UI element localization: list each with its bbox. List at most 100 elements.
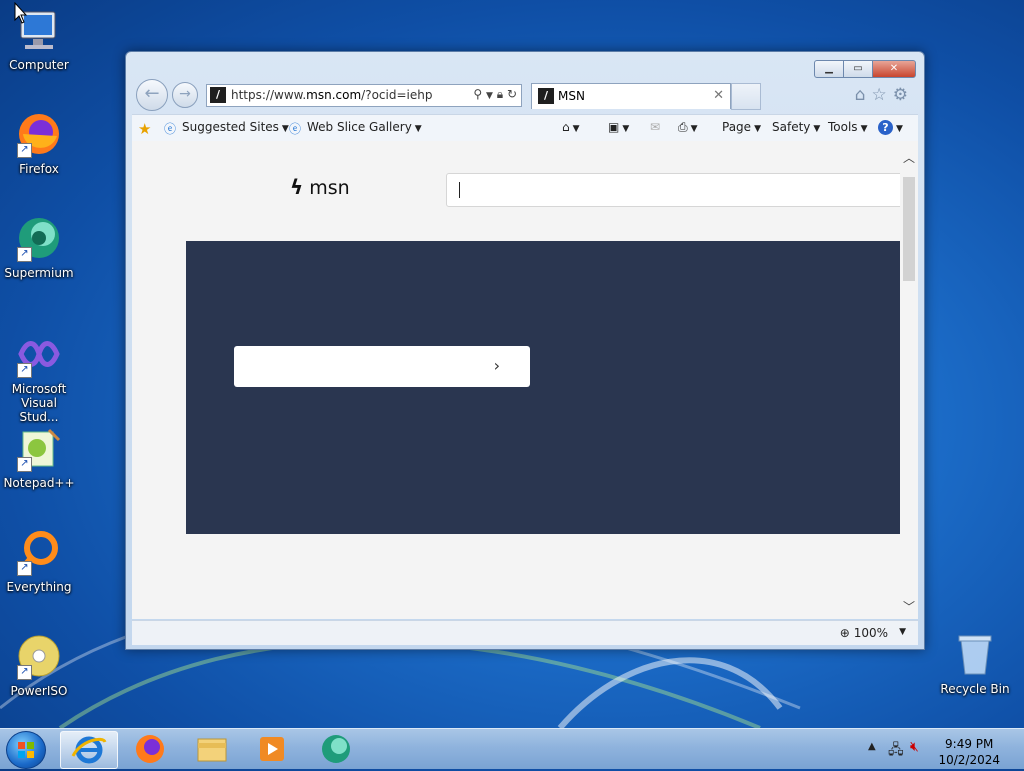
shortcut-arrow-icon: ↗ (17, 665, 32, 680)
settings-gear-icon[interactable]: ⚙ (893, 85, 914, 105)
back-button[interactable]: ← (136, 79, 168, 111)
chevron-down-icon: ▼ (414, 124, 422, 134)
taskbar: ▲ 🖧︎ 🔇︎ 9:49 PM 10/2/2024 (0, 728, 1024, 769)
hero-button[interactable]: › (234, 346, 530, 387)
scrollbar-thumb[interactable] (903, 177, 915, 281)
taskbar-explorer[interactable] (184, 731, 240, 767)
taskbar-media-player[interactable] (244, 731, 300, 767)
suggested-sites-label: Suggested Sites (182, 120, 279, 134)
poweriso-icon: ↗ (15, 632, 63, 680)
vertical-scrollbar[interactable]: ︿ ﹀ (900, 141, 918, 619)
notepadpp-icon: ↗ (15, 424, 63, 472)
print-button[interactable]: ⎙ ▼ (678, 120, 698, 135)
desktop-icon-label: Notepad++ (3, 476, 75, 490)
safety-menu[interactable]: Safety ▼ (772, 120, 820, 134)
window-controls: ▁ ▭ ✕ (814, 60, 916, 78)
folder-icon (197, 738, 227, 762)
taskbar-firefox[interactable] (122, 731, 178, 767)
clock[interactable]: 9:49 PM 10/2/2024 (938, 736, 1000, 768)
network-icon[interactable]: 🖧︎ (888, 739, 904, 763)
start-button[interactable] (6, 731, 46, 769)
page-content: ϟ msn › ︿ ﹀ (132, 141, 918, 619)
zoom-level[interactable]: ⊕ 100% (840, 626, 888, 640)
url-suffix: /?ocid=iehp (361, 88, 433, 102)
tab-title: MSN (558, 89, 585, 103)
url-prefix: https://www. (231, 88, 307, 102)
address-url[interactable]: https://www.msn.com/?ocid=iehp (231, 88, 432, 102)
scroll-down-icon[interactable]: ﹀ (903, 598, 915, 615)
msn-logo[interactable]: ϟ msn (290, 175, 350, 199)
shortcut-arrow-icon: ↗ (17, 247, 32, 262)
desktop-icon-visual-studio[interactable]: ↗ Microsoft Visual Stud... (1, 330, 77, 424)
feeds-button[interactable]: ▣ ▼ (608, 120, 629, 134)
shortcut-arrow-icon: ↗ (17, 561, 32, 576)
address-tools: ⚲ ▼ 🔒︎ ↻ (473, 87, 517, 102)
desktop-icon-firefox[interactable]: ↗ Firefox (1, 110, 77, 176)
close-window-button[interactable]: ✕ (872, 60, 916, 78)
hero-banner: › (186, 241, 900, 534)
volume-muted-icon[interactable]: 🔇︎ (910, 739, 919, 755)
lock-icon[interactable]: 🔒︎ (497, 87, 503, 101)
tab-favicon-icon: / (538, 88, 554, 104)
close-tab-icon[interactable]: ✕ (713, 88, 724, 103)
msn-butterfly-icon: ϟ (290, 175, 304, 199)
forward-button[interactable]: → (172, 82, 198, 108)
read-mail-button[interactable]: ✉ (650, 120, 660, 134)
clock-date: 10/2/2024 (938, 753, 1000, 767)
windows-logo-icon (18, 742, 34, 758)
desktop-icon-label: PowerISO (10, 684, 68, 698)
taskbar-supermium[interactable] (308, 731, 364, 767)
desktop-icon-supermium[interactable]: ↗ Supermium (1, 214, 77, 280)
home-icon[interactable]: ⌂ (855, 85, 872, 105)
ie-page-icon: ⓔ (289, 122, 302, 136)
desktop-icon-notepadpp[interactable]: ↗ Notepad++ (1, 424, 77, 490)
chevron-down-icon: ▼ (622, 124, 630, 134)
dropdown-arrow-icon[interactable]: ▼ (486, 91, 493, 101)
desktop-icon-everything[interactable]: ↗ Everything (1, 528, 77, 594)
page-menu[interactable]: Page ▼ (722, 120, 761, 134)
desktop-icon-recycle-bin[interactable]: Recycle Bin (937, 630, 1013, 696)
minimize-button[interactable]: ▁ (814, 60, 844, 78)
new-tab-button[interactable] (731, 83, 761, 110)
web-slice-gallery-button[interactable]: ⓔ Web Slice Gallery ▼ (289, 120, 422, 136)
desktop-icon-label: Microsoft Visual Stud... (11, 382, 67, 424)
msn-search-input[interactable] (446, 173, 906, 207)
url-domain: msn.com (306, 88, 362, 102)
clock-time: 9:49 PM (945, 737, 994, 751)
refresh-icon[interactable]: ↻ (507, 87, 517, 101)
desktop-icon-poweriso[interactable]: ↗ PowerISO (1, 632, 77, 698)
web-slice-gallery-label: Web Slice Gallery (307, 120, 412, 134)
maximize-button[interactable]: ▭ (843, 60, 873, 78)
zoom-dropdown-icon[interactable]: ▼ (899, 627, 906, 637)
everything-icon: ↗ (15, 528, 63, 576)
suggested-sites-button[interactable]: ⓔ Suggested Sites ▼ (164, 120, 289, 136)
firefox-icon: ↗ (15, 110, 63, 158)
favorites-star-icon[interactable]: ☆ (872, 85, 893, 105)
shortcut-arrow-icon: ↗ (17, 143, 32, 158)
desktop-icon-label: Computer (9, 58, 69, 72)
favorites-star-add-icon[interactable]: ★ (138, 120, 156, 138)
scroll-up-icon[interactable]: ︿ (903, 149, 915, 166)
supermium-icon: ↗ (15, 214, 63, 262)
help-menu[interactable]: ? ▼ (878, 120, 903, 135)
visual-studio-icon: ↗ (15, 330, 63, 378)
toolbar-right-icons: ⌂☆⚙ (855, 85, 914, 105)
tab-msn[interactable]: / MSN ✕ (531, 83, 731, 109)
chevron-down-icon: ▼ (281, 124, 289, 134)
shortcut-arrow-icon: ↗ (17, 457, 32, 472)
home-command-button[interactable]: ⌂ ▼ (562, 120, 580, 134)
chevron-down-icon: ▼ (690, 124, 698, 134)
tools-menu[interactable]: Tools ▼ (828, 120, 867, 134)
site-favicon-icon: / (210, 87, 226, 103)
firefox-icon (136, 735, 164, 763)
show-hidden-icons-icon[interactable]: ▲ (868, 741, 876, 752)
printer-icon: ⎙ (678, 120, 688, 134)
address-bar[interactable]: / https://www.msn.com/?ocid=iehp ⚲ ▼ 🔒︎ … (206, 84, 522, 107)
taskbar-ie[interactable] (60, 731, 118, 769)
desktop-icon-computer[interactable]: Computer (1, 6, 77, 72)
desktop-icon-label: Recycle Bin (940, 682, 1010, 696)
msn-logo-text: msn (309, 177, 350, 199)
desktop-icon-label: Supermium (4, 266, 74, 280)
search-icon[interactable]: ⚲ (473, 87, 482, 101)
chevron-down-icon: ▼ (754, 124, 761, 134)
